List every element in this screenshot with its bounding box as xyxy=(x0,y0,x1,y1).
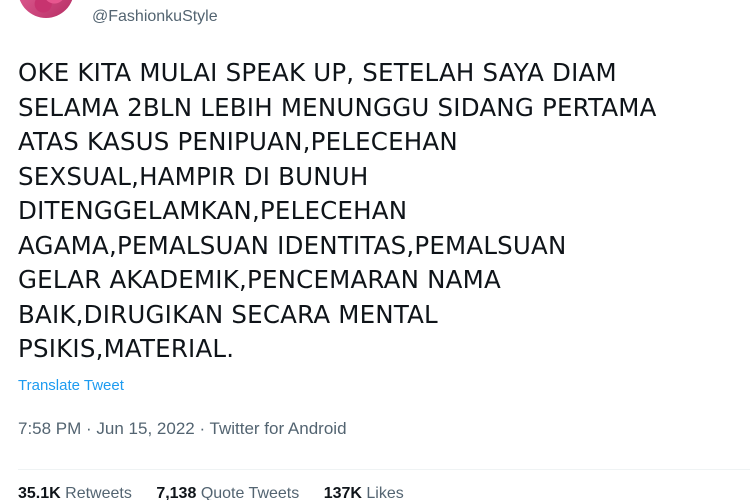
likes-label: Likes xyxy=(366,485,404,500)
tweet-stats: 35.1K Retweets 7,138 Quote Tweets 137K L… xyxy=(18,485,424,500)
retweets-count: 35.1K xyxy=(18,485,61,500)
tweet-timestamp-source[interactable]: 7:58 PM · Jun 15, 2022 · Twitter for And… xyxy=(18,419,347,439)
retweets-label: Retweets xyxy=(65,485,132,500)
divider xyxy=(18,469,750,470)
likes-stat[interactable]: 137K Likes xyxy=(324,485,404,500)
user-handle[interactable]: @FashionkuStyle xyxy=(92,8,218,26)
quote-tweets-count: 7,138 xyxy=(156,485,197,500)
retweets-stat[interactable]: 35.1K Retweets xyxy=(18,485,132,500)
avatar[interactable] xyxy=(18,0,74,18)
quote-tweets-stat[interactable]: 7,138 Quote Tweets xyxy=(156,485,299,500)
likes-count: 137K xyxy=(323,485,362,500)
translate-tweet-link[interactable]: Translate Tweet xyxy=(18,377,124,394)
tweet-text: OKE KITA MULAI SPEAK UP, SETELAH SAYA DI… xyxy=(18,58,657,363)
quote-tweets-label: Quote Tweets xyxy=(200,485,300,500)
